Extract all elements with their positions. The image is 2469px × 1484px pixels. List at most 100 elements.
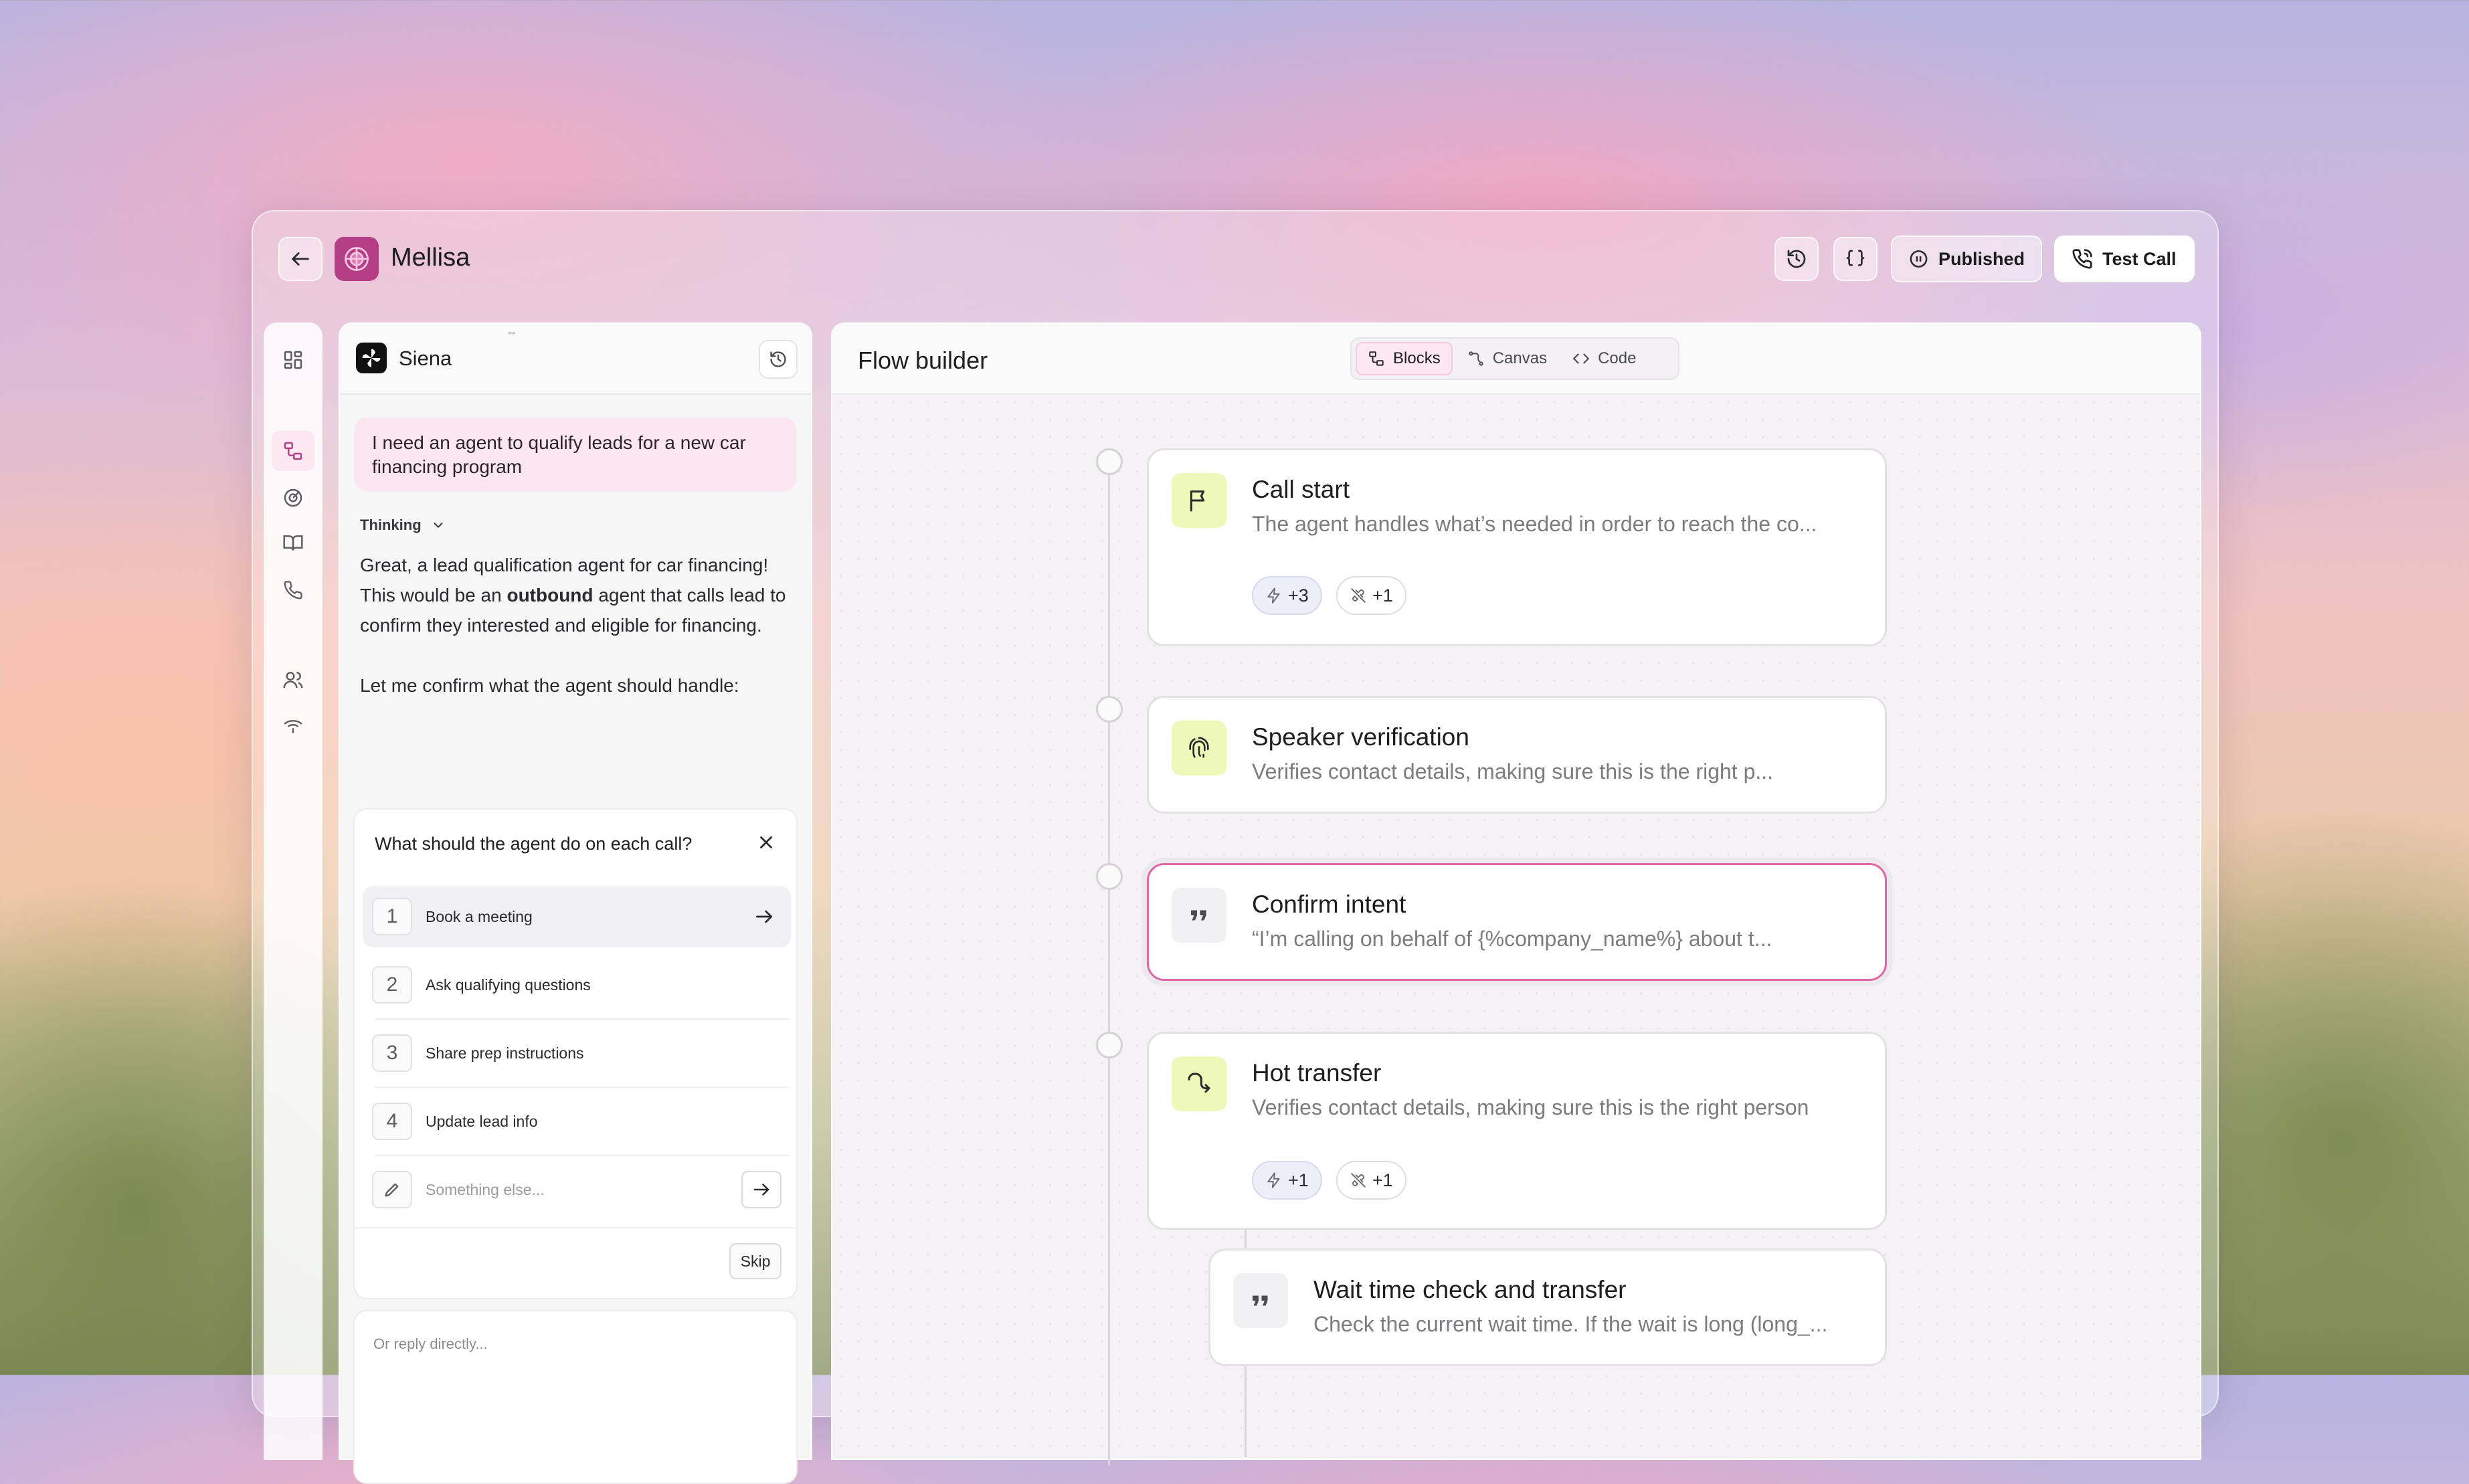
chat-header: Siena ⇔ <box>340 324 811 395</box>
app-window: Mellisa Published Test Call Siena ⇔ I ne… <box>252 210 2219 1484</box>
sidebar-item-telephony[interactable] <box>272 705 314 745</box>
back-button[interactable] <box>278 237 323 281</box>
option-number: 1 <box>372 898 412 935</box>
block-title: Wait time check and transfer <box>1313 1276 1627 1303</box>
lightning-icon <box>1267 587 1280 604</box>
chevron-down-icon <box>434 523 443 529</box>
question-title: What should the agent do on each call? <box>375 834 693 854</box>
chat-panel: Siena ⇔ I need an agent to qualify leads… <box>339 322 812 1484</box>
sidebar-item-flow[interactable] <box>272 431 314 471</box>
thinking-label: Thinking <box>360 517 422 533</box>
code-json-button[interactable] <box>1833 237 1878 281</box>
unplug-icon <box>1351 588 1366 603</box>
reply-placeholder: Or reply directly... <box>373 1335 488 1352</box>
tab-label: Code <box>1598 349 1637 367</box>
block-description: Check the current wait time. If the wait… <box>1313 1312 1828 1336</box>
arrow-right-icon <box>753 1184 769 1196</box>
block-confirm-intent[interactable]: Confirm intent “I’m calling on behalf of… <box>1147 863 1887 981</box>
option-row-3[interactable]: 3 Share prep instructions <box>363 1022 791 1084</box>
top-bar: Mellisa Published Test Call <box>253 211 2217 312</box>
option-row-4[interactable]: 4 Update lead info <box>363 1091 791 1152</box>
block-speaker-verification[interactable]: Speaker verification Verifies contact de… <box>1147 696 1887 814</box>
block-hot-transfer[interactable]: Hot transfer Verifies contact details, m… <box>1147 1032 1887 1230</box>
pencil-box <box>372 1171 412 1208</box>
target-icon <box>284 488 302 507</box>
view-switcher: Blocks Canvas Code <box>1350 337 1679 380</box>
tab-blocks[interactable]: Blocks <box>1356 342 1453 375</box>
flow-connector-line <box>1108 462 1110 1465</box>
option-row-other[interactable]: Something else... <box>363 1159 791 1220</box>
block-title: Speaker verification <box>1252 723 1469 751</box>
option-number: 2 <box>372 966 412 1004</box>
flow-node-dot[interactable] <box>1096 448 1123 475</box>
chip-count: +1 <box>1372 585 1393 606</box>
actions-chip[interactable]: +1 <box>1252 1161 1322 1200</box>
history-icon <box>1787 250 1806 268</box>
chat-history-button[interactable] <box>759 340 798 379</box>
reply-input[interactable]: Or reply directly... <box>353 1310 798 1484</box>
assistant-line: Let me confirm what the agent should han… <box>360 675 739 696</box>
sidebar-item-goals[interactable] <box>272 478 314 518</box>
skip-button[interactable]: Skip <box>729 1243 782 1279</box>
flow-node-dot[interactable] <box>1096 1032 1123 1058</box>
flow-header: Flow builder Blocks Canvas Code <box>832 324 2200 395</box>
agent-title: Mellisa <box>391 244 470 272</box>
chip-count: +1 <box>1288 1170 1309 1190</box>
assistant-line: Great, a lead qualification agent for ca… <box>360 555 769 575</box>
transfer-arrow-icon <box>1188 1073 1210 1093</box>
fingerprint-icon <box>1189 737 1209 758</box>
history-button[interactable] <box>1774 237 1819 281</box>
flow-node-dot[interactable] <box>1096 863 1123 890</box>
resize-handle-icon[interactable]: ⇔ <box>506 325 518 339</box>
phone-icon <box>284 581 302 599</box>
flag-icon <box>1190 490 1205 512</box>
block-description: The agent handles what’s needed in order… <box>1252 512 1817 536</box>
test-call-label: Test Call <box>2102 248 2177 269</box>
flow-blocks-icon <box>284 442 302 460</box>
sidebar-item-knowledge[interactable] <box>272 523 314 563</box>
published-label: Published <box>1938 248 2025 269</box>
quote-icon <box>1253 1295 1268 1306</box>
test-call-button[interactable]: Test Call <box>2054 236 2195 282</box>
sidebar-item-dashboard[interactable] <box>272 340 314 380</box>
quote-icon <box>1191 910 1206 921</box>
block-call-start[interactable]: Call start The agent handles what’s need… <box>1147 448 1887 646</box>
sidebar-item-calls[interactable] <box>272 570 314 610</box>
pinwheel-icon <box>362 349 381 367</box>
agent-avatar <box>335 237 379 281</box>
block-wait-time-check[interactable]: Wait time check and transfer Check the c… <box>1208 1248 1887 1366</box>
chip-count: +1 <box>1372 1170 1393 1190</box>
pause-circle-icon <box>1910 250 1928 268</box>
tools-chip[interactable]: +1 <box>1336 576 1406 615</box>
users-icon <box>283 672 303 688</box>
option-row-2[interactable]: 2 Ask qualifying questions <box>363 954 791 1016</box>
published-button[interactable]: Published <box>1891 236 2042 282</box>
tools-chip[interactable]: +1 <box>1336 1161 1406 1200</box>
divider <box>355 1227 796 1228</box>
submit-other-button[interactable] <box>741 1171 782 1208</box>
other-option-input[interactable]: Something else... <box>426 1181 545 1199</box>
block-icon-box <box>1172 1056 1226 1111</box>
user-message: I need an agent to qualify leads for a n… <box>355 418 796 491</box>
unplug-icon <box>1351 1173 1366 1188</box>
flow-title: Flow builder <box>858 347 988 374</box>
phone-call-icon <box>2072 249 2092 269</box>
block-icon-box <box>1172 473 1226 528</box>
sidebar-item-contacts[interactable] <box>272 660 314 700</box>
flow-node-dot[interactable] <box>1096 696 1123 723</box>
block-title: Hot transfer <box>1252 1059 1382 1087</box>
option-label: Update lead info <box>426 1112 538 1130</box>
option-label: Share prep instructions <box>426 1044 584 1062</box>
close-question-button[interactable] <box>756 832 776 856</box>
thinking-toggle[interactable]: Thinking <box>360 517 446 534</box>
actions-chip[interactable]: +3 <box>1252 576 1322 615</box>
tab-code[interactable]: Code <box>1562 342 1647 375</box>
tab-canvas[interactable]: Canvas <box>1457 342 1558 375</box>
option-row-1[interactable]: 1 Book a meeting <box>363 886 791 947</box>
assistant-line: confirm they interested and eligible for… <box>360 615 762 636</box>
assistant-message: Great, a lead qualification agent for ca… <box>360 550 802 701</box>
agent-logo-icon <box>345 247 369 271</box>
tab-label: Blocks <box>1393 349 1441 367</box>
braces-icon <box>1846 250 1865 266</box>
assistant-line: This would be an outbound agent that cal… <box>360 585 786 606</box>
